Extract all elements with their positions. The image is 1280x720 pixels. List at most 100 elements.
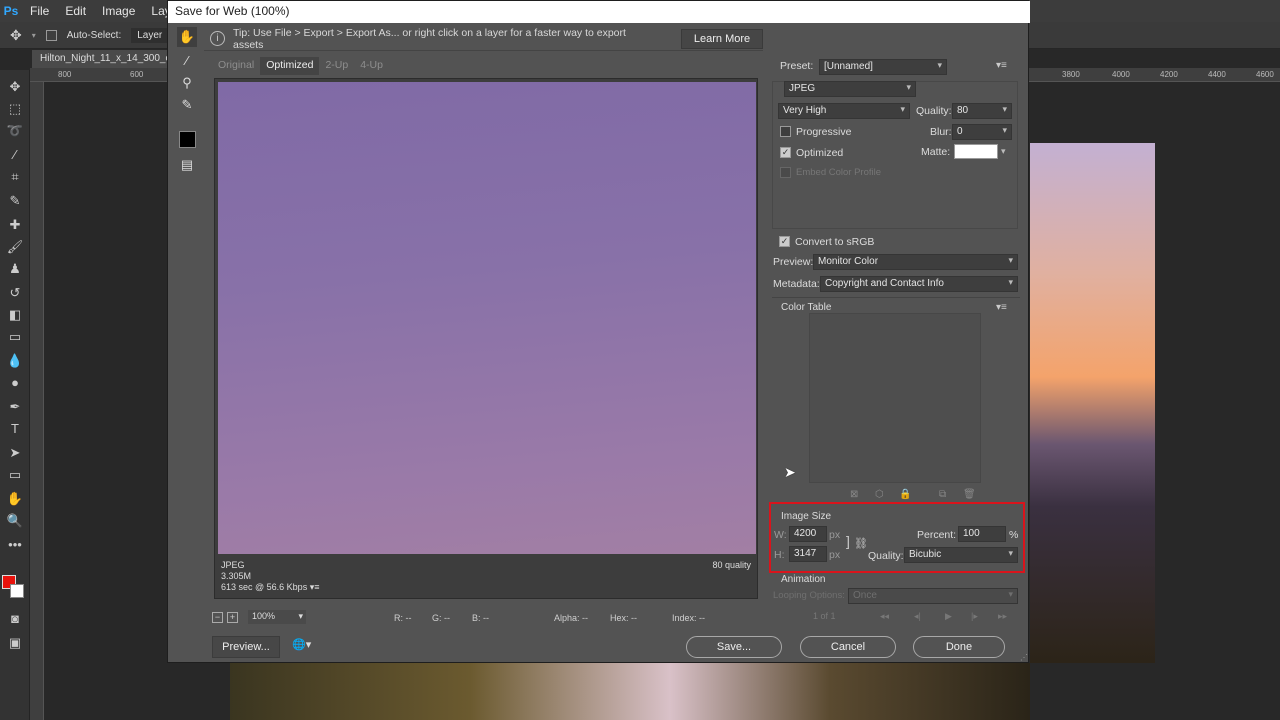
cancel-button[interactable]: Cancel [800, 636, 896, 658]
info-icon: i [210, 31, 225, 46]
marquee-icon[interactable]: ⬚ [5, 100, 25, 118]
color-table-menu-icon[interactable]: ▾≡ [996, 302, 1007, 313]
menu-icon[interactable]: ▾≡ [310, 582, 320, 592]
blur-input[interactable]: 0 ▾ [952, 124, 1012, 140]
new-color-icon[interactable]: ⧉ [939, 489, 946, 500]
brush-icon[interactable]: 🖌 [5, 238, 25, 256]
slice-select-icon[interactable]: ⁄ [177, 51, 197, 71]
healing-icon[interactable]: ✚ [5, 216, 25, 234]
matte-label: Matte: [921, 146, 951, 158]
quick-mask-icon[interactable]: ◙ [5, 610, 25, 628]
chevron-down-icon: ▾ [1002, 125, 1007, 135]
chevron-down-icon: ▾ [298, 611, 303, 621]
convert-srgb-checkbox[interactable]: ✓ [779, 236, 790, 247]
web-shift-icon[interactable]: ⬡ [875, 489, 884, 500]
optimized-checkbox[interactable]: ✓ [780, 147, 791, 158]
chevron-down-icon: ▾ [1008, 589, 1013, 599]
history-brush-icon[interactable]: ↺ [5, 284, 25, 302]
background-color-swatch[interactable] [10, 584, 24, 598]
zoom-icon[interactable]: 🔍 [5, 512, 25, 530]
first-frame-icon: ◂◂ [880, 611, 890, 621]
eyedropper-color-swatch[interactable] [179, 131, 196, 148]
lock-color-icon[interactable]: 🔒 [899, 489, 911, 500]
trash-icon[interactable]: 🗑 [963, 489, 976, 500]
blur-icon[interactable]: 💧 [5, 352, 25, 370]
chevron-down-icon: ▾ [937, 60, 942, 70]
eyedropper-icon[interactable]: ✎ [5, 192, 25, 210]
metadata-select[interactable]: Copyright and Contact Info ▾ [820, 276, 1018, 292]
lasso-icon[interactable]: ➰ [5, 122, 25, 140]
panel-menu-icon[interactable]: ▾≡ [996, 60, 1007, 71]
crop-icon[interactable]: ⌗ [5, 168, 25, 186]
zoom-level-select[interactable]: 100% ▾ [248, 610, 306, 624]
tab-2-up[interactable]: 2-Up [319, 57, 354, 75]
save-for-web-dialog: Save for Web (100%) ✋ ⁄ ⚲ ✎ ▤ i Tip: Use… [167, 0, 1030, 663]
screen-mode-icon[interactable]: ▣ [5, 634, 25, 652]
menu-edit[interactable]: Edit [57, 4, 94, 18]
learn-more-button[interactable]: Learn More [681, 28, 763, 49]
gradient-icon[interactable]: ▭ [5, 328, 25, 346]
format-select[interactable]: JPEG ▾ [784, 81, 916, 97]
quality-level-select[interactable]: Very High ▾ [778, 103, 910, 119]
menu-image[interactable]: Image [94, 4, 143, 18]
map-color-icon[interactable]: ⊠ [850, 489, 858, 500]
matte-color-swatch[interactable] [954, 144, 998, 159]
preview-button[interactable]: Preview... [212, 636, 280, 658]
auto-select-dropdown[interactable]: Layer [131, 27, 169, 43]
tab-4-up[interactable]: 4-Up [354, 57, 389, 75]
preset-label: Preset: [780, 60, 814, 72]
magic-wand-icon[interactable]: ⁄ [5, 146, 25, 164]
chevron-down-icon: ▾ [1002, 104, 1007, 114]
document-tab[interactable]: Hilton_Night_11_x_14_300_c [32, 50, 168, 68]
more-tools-icon[interactable]: ••• [5, 536, 25, 554]
resize-grip-icon[interactable]: ⋰ [1020, 653, 1028, 662]
width-input[interactable]: 4200 [789, 526, 827, 542]
tab-optimized[interactable]: Optimized [260, 57, 320, 75]
percent-input[interactable]: 100 [958, 526, 1006, 542]
move-icon[interactable]: ✥ [5, 78, 25, 96]
animation-title: Animation [781, 574, 826, 585]
tab-original[interactable]: Original [212, 57, 260, 75]
chevron-down-icon: ▾ [1008, 548, 1013, 558]
link-icon[interactable]: ⛓ [854, 537, 868, 550]
chevron-down-icon[interactable]: ▾ [1001, 146, 1006, 157]
auto-select-checkbox[interactable] [45, 29, 57, 41]
progressive-checkbox[interactable] [780, 126, 791, 137]
move-tool-icon[interactable]: ✥ [10, 27, 22, 44]
ruler-mark: 4000 [1112, 70, 1130, 79]
resample-quality-select[interactable]: Bicubic ▾ [904, 547, 1018, 563]
menu-file[interactable]: File [22, 4, 57, 18]
done-button[interactable]: Done [913, 636, 1005, 658]
ps-logo: Ps [3, 4, 19, 18]
path-select-icon[interactable]: ➤ [5, 444, 25, 462]
quality-input[interactable]: 80 ▾ [952, 103, 1012, 119]
save-button[interactable]: Save... [686, 636, 782, 658]
stamp-icon[interactable]: ♟ [5, 260, 25, 278]
pen-icon[interactable]: ✒ [5, 398, 25, 416]
constrain-bracket-icon: ] [846, 533, 850, 549]
type-icon[interactable]: T [5, 420, 25, 438]
preset-select[interactable]: [Unnamed] ▾ [819, 59, 947, 75]
dodge-icon[interactable]: ● [5, 374, 25, 392]
looping-select: Once ▾ [848, 588, 1018, 604]
height-input[interactable]: 3147 [789, 546, 827, 562]
shape-icon[interactable]: ▭ [5, 466, 25, 484]
hand-icon[interactable]: ✋ [5, 490, 25, 508]
chevron-down-icon[interactable]: ▾ [32, 31, 36, 40]
color-table[interactable] [809, 313, 981, 483]
status-g: G: -- [432, 613, 450, 623]
hand-tool-icon[interactable]: ✋ [177, 27, 197, 47]
toggle-slices-icon[interactable]: ▤ [177, 155, 197, 175]
metadata-label: Metadata: [773, 278, 820, 290]
status-r: R: -- [394, 613, 412, 623]
image-size-title: Image Size [781, 511, 832, 522]
zoom-in-button[interactable]: + [227, 611, 238, 623]
browser-preview-icon[interactable]: 🌐▾ [292, 638, 332, 656]
eyedropper-tool-icon[interactable]: ✎ [177, 95, 197, 115]
eraser-icon[interactable]: ◧ [5, 306, 25, 324]
zoom-tool-icon[interactable]: ⚲ [177, 73, 197, 93]
zoom-out-button[interactable]: − [212, 611, 223, 623]
preview-color-select[interactable]: Monitor Color ▾ [813, 254, 1018, 270]
play-icon: ▶ [945, 611, 952, 621]
optimized-preview-image[interactable] [218, 82, 756, 554]
